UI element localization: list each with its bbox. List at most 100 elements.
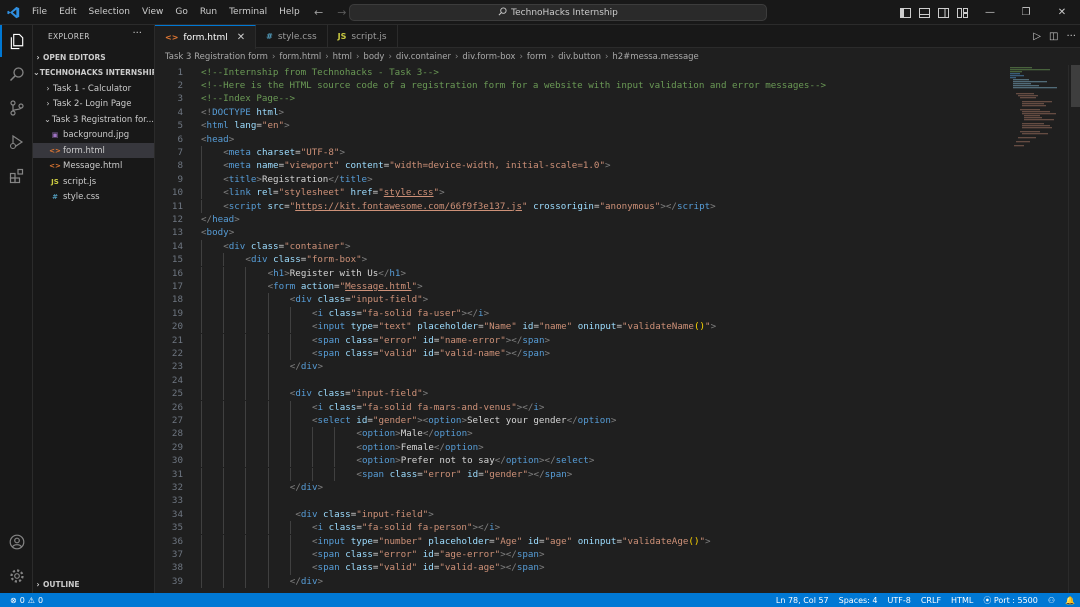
outline-section[interactable]: › OUTLINE <box>33 577 154 592</box>
command-center-search[interactable]: TechnoHacks Internship <box>349 4 767 21</box>
breadcrumb-item[interactable]: body <box>363 52 384 62</box>
tab-html[interactable]: <> form.html ✕ <box>155 25 257 49</box>
broadcast-icon: ⦿ <box>983 595 992 605</box>
menu-edit[interactable]: Edit <box>53 0 82 25</box>
code-text: <option>Male</option> <box>356 427 472 440</box>
indent-guide <box>245 454 247 468</box>
code-token: ></ <box>461 307 479 319</box>
breadcrumb-item[interactable]: div.button <box>558 52 601 62</box>
live-server-port[interactable]: ⦿ Port : 5500 <box>978 595 1043 606</box>
minimap[interactable] <box>1008 65 1068 593</box>
settings-gear-icon[interactable] <box>0 560 33 592</box>
more-actions-icon[interactable]: ··· <box>1066 31 1076 42</box>
breadcrumb-item[interactable]: h2#messa.message <box>612 52 698 62</box>
code-token: >< <box>417 414 429 426</box>
code-token: h1 <box>273 267 285 279</box>
code-line: 26 <i class="fa-solid fa-mars-and-venus">… <box>155 400 1008 414</box>
customize-layout-icon[interactable] <box>953 0 972 25</box>
explorer-item[interactable]: <> Message.html <box>33 158 154 173</box>
minimize-icon[interactable]: — <box>972 0 1008 25</box>
breadcrumb-item[interactable]: Task 3 Registration form <box>165 52 268 62</box>
explorer-icon[interactable] <box>0 25 33 57</box>
explorer-item[interactable]: › Task 1 - Calculator <box>33 81 154 96</box>
notifications-bell-icon[interactable]: 🔔 <box>1060 596 1080 605</box>
menu-selection[interactable]: Selection <box>83 0 136 25</box>
line-number: 25 <box>171 388 183 400</box>
menu-run[interactable]: Run <box>194 0 223 25</box>
cursor-position[interactable]: Ln 78, Col 57 <box>771 596 834 605</box>
menu-go[interactable]: Go <box>169 0 193 25</box>
more-actions-icon[interactable]: ··· <box>132 28 142 39</box>
open-editors-section[interactable]: › OPEN EDITORS <box>33 50 154 65</box>
search-view-icon[interactable] <box>0 58 33 90</box>
language-mode[interactable]: HTML <box>946 596 978 605</box>
explorer-item[interactable]: # style.css <box>33 189 154 204</box>
toggle-panel-icon[interactable] <box>915 0 934 25</box>
code-token: > <box>422 294 429 306</box>
indentation[interactable]: Spaces: 4 <box>834 596 883 605</box>
code-text: <!DOCTYPE html> <box>201 106 284 119</box>
code-line: 30 <option>Prefer not to say</option></se… <box>155 454 1008 468</box>
toggle-secondary-sidebar-icon[interactable] <box>934 0 953 25</box>
code-token: </ <box>289 575 301 587</box>
close-tab-icon[interactable]: ✕ <box>237 32 245 43</box>
breadcrumb-item[interactable]: form.html <box>279 52 321 62</box>
forward-arrow-icon[interactable]: → <box>337 6 346 19</box>
indent-guide <box>267 521 269 535</box>
code-token: <! <box>201 106 213 118</box>
explorer-item[interactable]: ▣ background.jpg <box>33 127 154 142</box>
code-editor[interactable]: 1 <!--Internship from Technohacks - Task … <box>155 65 1008 593</box>
code-line: 29 <option>Female</option> <box>155 440 1008 455</box>
code-text: <option>Prefer not to say</option></sele… <box>356 454 594 467</box>
line-number: 16 <box>171 267 183 279</box>
indent-guide <box>245 360 247 374</box>
menu-help[interactable]: Help <box>273 0 306 25</box>
tab-js[interactable]: JS script.js <box>328 25 398 48</box>
menu-view[interactable]: View <box>136 0 169 25</box>
indent-guide <box>201 561 202 575</box>
explorer-item[interactable]: › Task 2- Login Page <box>33 96 154 111</box>
restore-icon[interactable]: ❐ <box>1008 0 1044 25</box>
indent-guide <box>245 413 247 428</box>
run-debug-icon[interactable] <box>0 126 33 158</box>
scrollbar-thumb[interactable] <box>1071 65 1080 107</box>
menu-terminal[interactable]: Terminal <box>223 0 273 25</box>
extensions-icon[interactable] <box>0 160 33 192</box>
code-token: Male <box>400 428 423 440</box>
breadcrumb-item[interactable]: html <box>333 52 352 62</box>
breadcrumb-item[interactable]: div.form-box <box>462 52 515 62</box>
source-control-icon[interactable] <box>0 92 33 124</box>
run-icon[interactable]: ▷ <box>1033 31 1041 42</box>
indent-guide <box>289 320 291 334</box>
chevron-right-icon: › <box>36 53 40 62</box>
encoding[interactable]: UTF-8 <box>883 596 916 605</box>
line-number: 12 <box>171 213 183 225</box>
end-of-line[interactable]: CRLF <box>916 596 946 605</box>
explorer-item[interactable]: <> form.html <box>33 143 154 158</box>
close-window-icon[interactable]: ✕ <box>1044 0 1080 25</box>
problems-indicator[interactable]: ⊗ 0 ⚠ 0 <box>0 596 43 605</box>
line-number: 31 <box>171 468 183 480</box>
indent-guide <box>223 320 225 334</box>
toggle-primary-sidebar-icon[interactable] <box>896 0 915 25</box>
code-line: 23 </div> <box>155 360 1008 374</box>
code-token: ></ <box>505 347 523 359</box>
menu-file[interactable]: File <box>26 0 53 25</box>
workspace-root-section[interactable]: ⌄ TECHNOHACKS INTERNSHIP <box>33 65 154 80</box>
code-line: 31 <span class="error" id="gender"></span… <box>155 467 1008 481</box>
breadcrumb-item[interactable]: form <box>527 52 547 62</box>
breadcrumb-item[interactable]: div.container <box>396 52 451 62</box>
explorer-item[interactable]: JS script.js <box>33 174 154 189</box>
line-number: 26 <box>171 401 183 413</box>
split-editor-icon[interactable]: ◫ <box>1049 31 1058 42</box>
accounts-icon[interactable] <box>0 526 33 558</box>
accounts-status-icon[interactable]: ⚇ <box>1043 596 1060 605</box>
indent-guide <box>312 467 313 481</box>
line-number: 33 <box>171 495 183 507</box>
tab-css[interactable]: # style.css <box>256 25 328 48</box>
vertical-scrollbar[interactable] <box>1068 65 1080 593</box>
back-arrow-icon[interactable]: ← <box>314 6 323 19</box>
explorer-item[interactable]: ⌄ Task 3 Registration for... <box>33 112 154 127</box>
indent-guide <box>245 467 247 481</box>
error-icon: ⊗ <box>10 595 17 605</box>
